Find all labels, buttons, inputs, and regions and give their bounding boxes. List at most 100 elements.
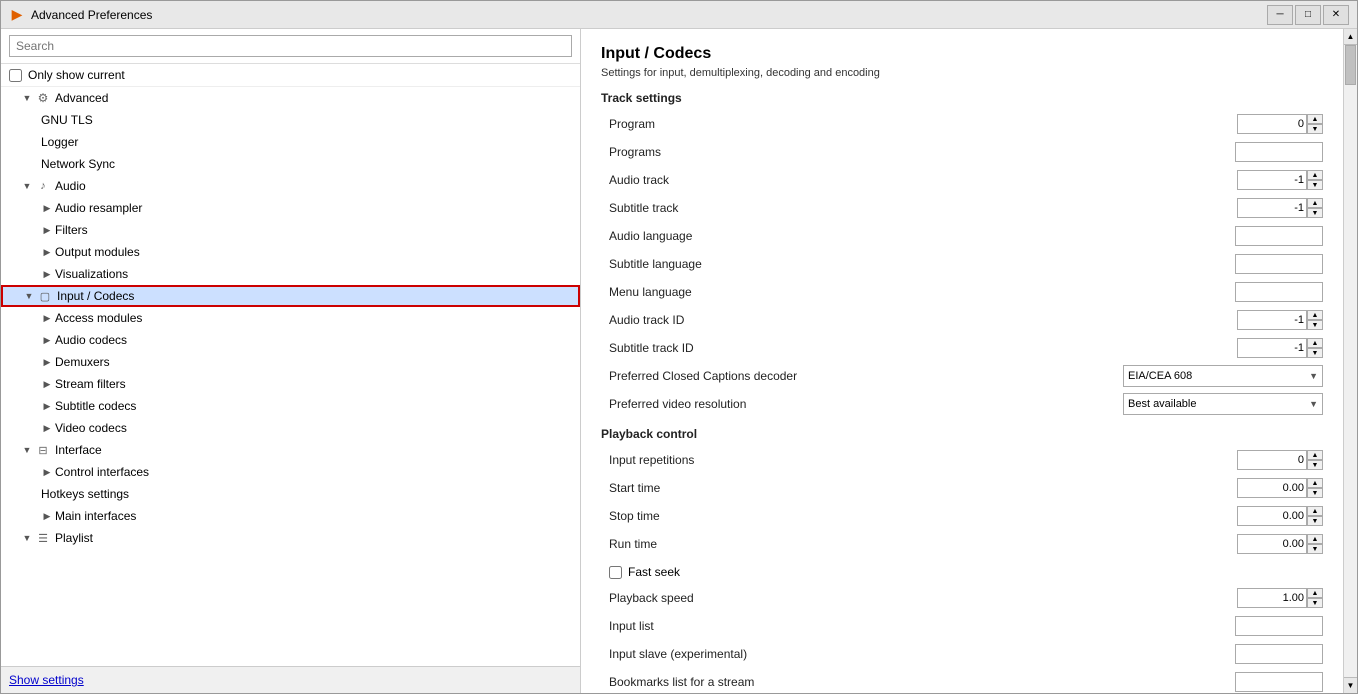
spin-up-stop-time[interactable]: ▲ — [1307, 506, 1323, 516]
input-subtitle-language[interactable] — [1235, 254, 1323, 274]
input-start-time[interactable] — [1237, 478, 1307, 498]
label-preferred-closed-captions: Preferred Closed Captions decoder — [601, 369, 1123, 383]
dropdown-preferred-video-resolution[interactable]: Best available ▼ — [1123, 393, 1323, 415]
spin-up-start-time[interactable]: ▲ — [1307, 478, 1323, 488]
label-input-repetitions: Input repetitions — [601, 453, 1237, 467]
input-audio-track-id[interactable] — [1237, 310, 1307, 330]
spin-down-subtitle-track-id[interactable]: ▼ — [1307, 348, 1323, 358]
spin-buttons-program: ▲ ▼ — [1307, 114, 1323, 134]
input-input-slave[interactable] — [1235, 644, 1323, 664]
sidebar-item-stream-filters[interactable]: ▶ Stream filters — [1, 373, 580, 395]
search-input[interactable] — [9, 35, 572, 57]
show-settings-link[interactable]: Show settings — [9, 673, 84, 687]
sidebar-item-label: Interface — [55, 443, 102, 457]
sidebar-item-subtitle-codecs[interactable]: ▶ Subtitle codecs — [1, 395, 580, 417]
checkbox-fast-seek[interactable] — [609, 566, 622, 579]
sidebar-item-advanced[interactable]: ▼ ⚙ Advanced — [1, 87, 580, 109]
input-run-time[interactable] — [1237, 534, 1307, 554]
sidebar-item-label: Video codecs — [55, 421, 127, 435]
sidebar-item-hotkeys-settings[interactable]: Hotkeys settings — [1, 483, 580, 505]
input-programs[interactable] — [1235, 142, 1323, 162]
dropdown-preferred-closed-captions[interactable]: EIA/CEA 608 ▼ — [1123, 365, 1323, 387]
music-icon: ♪ — [35, 178, 51, 194]
sidebar-item-output-modules[interactable]: ▶ Output modules — [1, 241, 580, 263]
right-scrollbar[interactable]: ▲ ▼ — [1343, 29, 1357, 693]
label-audio-track-id: Audio track ID — [601, 313, 1237, 327]
control-audio-track-id: ▲ ▼ — [1237, 310, 1323, 330]
control-audio-language — [1235, 226, 1323, 246]
sidebar-item-logger[interactable]: Logger — [1, 131, 580, 153]
spin-down-playback-speed[interactable]: ▼ — [1307, 598, 1323, 608]
sidebar-item-gnu-tls[interactable]: GNU TLS — [1, 109, 580, 131]
sidebar-item-control-interfaces[interactable]: ▶ Control interfaces — [1, 461, 580, 483]
input-subtitle-track[interactable] — [1237, 198, 1307, 218]
spin-down-start-time[interactable]: ▼ — [1307, 488, 1323, 498]
sidebar-item-label: Subtitle codecs — [55, 399, 136, 413]
sidebar-item-label: Demuxers — [55, 355, 110, 369]
spin-down-program[interactable]: ▼ — [1307, 124, 1323, 134]
sidebar-item-interface[interactable]: ▼ ⊟ Interface — [1, 439, 580, 461]
spin-up-audio-track[interactable]: ▲ — [1307, 170, 1323, 180]
chevron-right-icon: ▶ — [41, 466, 53, 478]
only-current-checkbox[interactable] — [9, 69, 22, 82]
spin-up-playback-speed[interactable]: ▲ — [1307, 588, 1323, 598]
spin-up-input-repetitions[interactable]: ▲ — [1307, 450, 1323, 460]
spin-up-subtitle-track[interactable]: ▲ — [1307, 198, 1323, 208]
spin-up-subtitle-track-id[interactable]: ▲ — [1307, 338, 1323, 348]
input-audio-language[interactable] — [1235, 226, 1323, 246]
close-button[interactable]: ✕ — [1323, 5, 1349, 25]
spin-down-audio-track-id[interactable]: ▼ — [1307, 320, 1323, 330]
sidebar-item-playlist[interactable]: ▼ ☰ Playlist — [1, 527, 580, 549]
input-playback-speed[interactable] — [1237, 588, 1307, 608]
sidebar-item-demuxers[interactable]: ▶ Demuxers — [1, 351, 580, 373]
chevron-right-icon: ▶ — [41, 422, 53, 434]
spin-up-program[interactable]: ▲ — [1307, 114, 1323, 124]
scroll-down-button[interactable]: ▼ — [1344, 677, 1358, 693]
spin-up-run-time[interactable]: ▲ — [1307, 534, 1323, 544]
sidebar-item-video-codecs[interactable]: ▶ Video codecs — [1, 417, 580, 439]
chevron-down-icon: ▼ — [1309, 399, 1318, 409]
input-subtitle-track-id[interactable] — [1237, 338, 1307, 358]
sidebar-item-access-modules[interactable]: ▶ Access modules — [1, 307, 580, 329]
control-run-time: ▲ ▼ — [1237, 534, 1323, 554]
sidebar-item-audio[interactable]: ▼ ♪ Audio — [1, 175, 580, 197]
input-menu-language[interactable] — [1235, 282, 1323, 302]
scroll-track — [1344, 45, 1357, 677]
sidebar-item-network-sync[interactable]: Network Sync — [1, 153, 580, 175]
sidebar-item-main-interfaces[interactable]: ▶ Main interfaces — [1, 505, 580, 527]
spin-down-subtitle-track[interactable]: ▼ — [1307, 208, 1323, 218]
restore-button[interactable]: □ — [1295, 5, 1321, 25]
bottom-bar: Show settings — [1, 666, 580, 693]
spin-down-input-repetitions[interactable]: ▼ — [1307, 460, 1323, 470]
row-fast-seek: Fast seek — [601, 559, 1323, 585]
spin-down-stop-time[interactable]: ▼ — [1307, 516, 1323, 526]
sidebar-item-audio-codecs[interactable]: ▶ Audio codecs — [1, 329, 580, 351]
input-input-list[interactable] — [1235, 616, 1323, 636]
scroll-thumb[interactable] — [1345, 45, 1356, 85]
row-audio-language: Audio language — [601, 223, 1323, 249]
spin-down-audio-track[interactable]: ▼ — [1307, 180, 1323, 190]
spin-up-audio-track-id[interactable]: ▲ — [1307, 310, 1323, 320]
input-input-repetitions[interactable] — [1237, 450, 1307, 470]
sidebar-item-input-codecs[interactable]: ▼ ▢ Input / Codecs — [1, 285, 580, 307]
sidebar-item-filters[interactable]: ▶ Filters — [1, 219, 580, 241]
label-stop-time: Stop time — [601, 509, 1237, 523]
sidebar-item-visualizations[interactable]: ▶ Visualizations — [1, 263, 580, 285]
row-input-repetitions: Input repetitions ▲ ▼ — [601, 447, 1323, 473]
input-audio-track[interactable] — [1237, 170, 1307, 190]
input-bookmarks[interactable] — [1235, 672, 1323, 692]
sidebar-item-audio-resampler[interactable]: ▶ Audio resampler — [1, 197, 580, 219]
spin-buttons-audio-track-id: ▲ ▼ — [1307, 310, 1323, 330]
row-input-list: Input list — [601, 613, 1323, 639]
minimize-button[interactable]: ─ — [1267, 5, 1293, 25]
input-stop-time[interactable] — [1237, 506, 1307, 526]
spin-down-run-time[interactable]: ▼ — [1307, 544, 1323, 554]
sidebar-item-label: Playlist — [55, 531, 93, 545]
input-program[interactable] — [1237, 114, 1307, 134]
spin-buttons-audio-track: ▲ ▼ — [1307, 170, 1323, 190]
content-area: Only show current ▼ ⚙ Advanced GNU TLS L… — [1, 29, 1357, 693]
chevron-right-icon: ▶ — [41, 400, 53, 412]
label-audio-track: Audio track — [601, 173, 1237, 187]
spin-buttons-subtitle-track-id: ▲ ▼ — [1307, 338, 1323, 358]
scroll-up-button[interactable]: ▲ — [1344, 29, 1358, 45]
